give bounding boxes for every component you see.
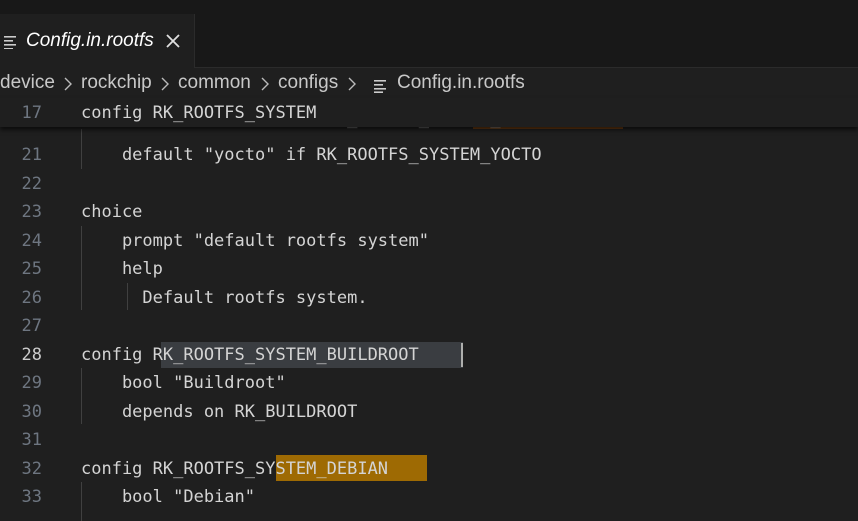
line-number: 25 [21,259,42,279]
breadcrumb-item-rockchip[interactable]: rockchip [81,72,152,94]
menu-lines-icon [4,34,18,53]
breadcrumb-item-common[interactable]: common [178,72,251,94]
code-editor[interactable]: 17 config RK_ROOTFS_SYSTEM 20 default "d… [0,98,858,521]
line-number: 29 [21,373,42,393]
tab-bar: Config.in.rootfs [0,14,858,68]
chevron-right-icon [261,76,270,98]
line-number-active: 28 [21,345,42,365]
tab-label: Config.in.rootfs [26,30,154,51]
code-line: config RK_ROOTFS_SYSTEM [81,103,317,123]
line-number: 21 [21,145,42,165]
code-line-active: config RK_ROOTFS_SYSTEM_BUILDROOT [81,345,419,365]
code-line: config RK_ROOTFS_SYSTEM_DEBIAN [81,459,389,479]
line-number: 32 [21,459,42,479]
line-number: 23 [21,202,42,222]
line-number: 24 [21,231,42,251]
chevron-right-icon [348,76,357,98]
sticky-scroll-header[interactable]: 17 config RK_ROOTFS_SYSTEM [0,98,858,127]
line-number: 27 [21,316,42,336]
code-line: depends on RK_BUILDROOT [81,402,358,422]
code-line: bool "Buildroot" [81,373,286,393]
code-line: choice [81,202,143,222]
breadcrumb-item-file[interactable]: Config.in.rootfs [397,72,525,94]
code-line: help [81,259,163,279]
line-number: 26 [21,288,42,308]
chevron-right-icon [161,76,170,98]
line-number: 22 [21,174,42,194]
text-cursor [461,343,463,367]
breadcrumb: device rockchip common configs Config.in… [0,70,858,98]
chevron-right-icon [64,76,73,98]
code-line: Default rootfs system. [81,288,368,308]
line-number: 31 [21,430,42,450]
line-number: 17 [21,103,42,123]
line-number: 30 [21,402,42,422]
title-strip [0,0,858,14]
menu-lines-icon [374,77,388,99]
code-line: default "yocto" if RK_ROOTFS_SYSTEM_YOCT… [81,145,542,165]
line-number: 33 [21,487,42,507]
breadcrumb-item-configs[interactable]: configs [278,72,338,94]
code-line: bool "Debian" [81,487,255,507]
code-line: prompt "default rootfs system" [81,231,429,251]
close-icon[interactable] [165,33,181,49]
tab-config-in-rootfs[interactable]: Config.in.rootfs [0,14,195,68]
breadcrumb-item-device[interactable]: device [0,72,55,94]
